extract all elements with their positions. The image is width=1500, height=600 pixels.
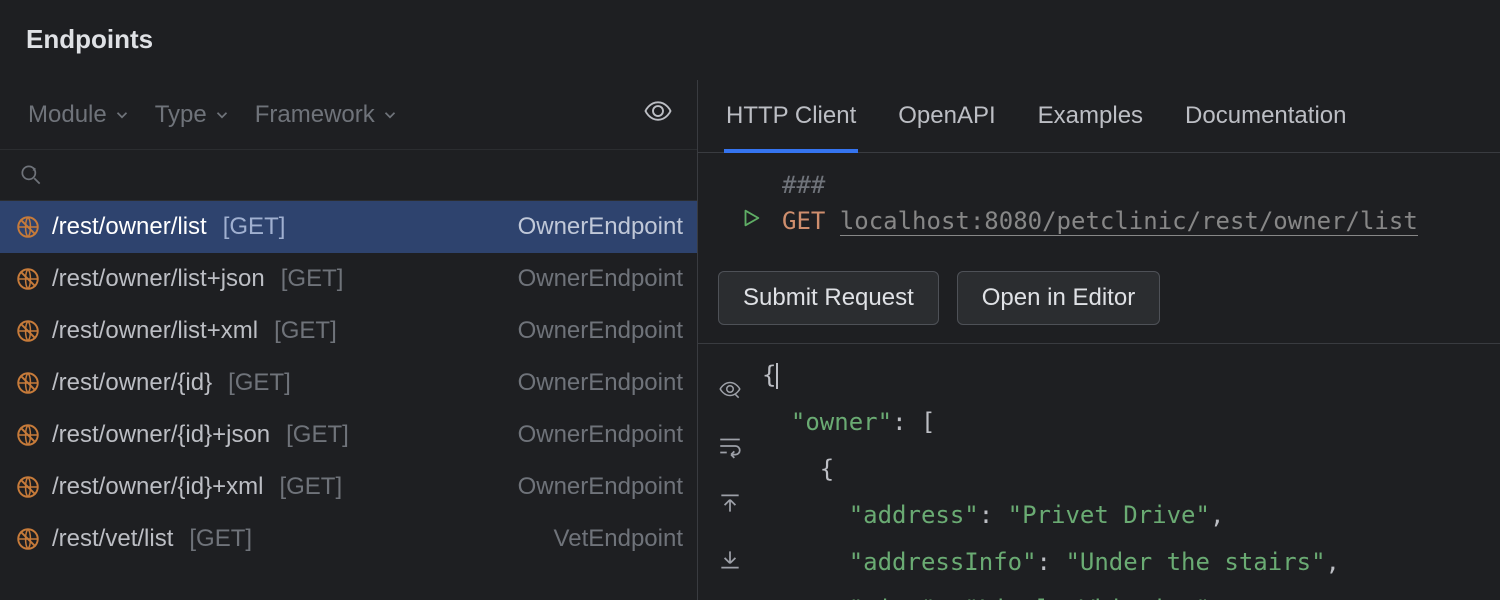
endpoint-row[interactable]: /rest/owner/{id} [GET] OwnerEndpoint <box>0 357 697 409</box>
endpoint-class: OwnerEndpoint <box>518 421 683 449</box>
endpoint-class: OwnerEndpoint <box>518 265 683 293</box>
http-method: GET <box>782 207 825 235</box>
chevron-down-icon <box>213 106 231 124</box>
filter-type[interactable]: Type <box>147 97 239 133</box>
tab-documentation[interactable]: Documentation <box>1183 80 1348 152</box>
tab-examples[interactable]: Examples <box>1036 80 1145 152</box>
wrap-icon <box>717 433 743 459</box>
preview-toggle[interactable] <box>717 376 743 409</box>
endpoint-icon <box>14 213 42 241</box>
open-in-editor-button[interactable]: Open in Editor <box>957 271 1160 325</box>
submit-request-button[interactable]: Submit Request <box>718 271 939 325</box>
endpoint-path: /rest/owner/{id}+json <box>52 421 270 449</box>
endpoint-path: /rest/owner/list <box>52 213 207 241</box>
endpoint-icon <box>14 421 42 449</box>
scroll-to-bottom[interactable] <box>717 547 743 580</box>
request-separator: ### <box>782 171 825 199</box>
filter-framework[interactable]: Framework <box>247 97 407 133</box>
tab-http-client[interactable]: HTTP Client <box>724 80 858 152</box>
scroll-to-top[interactable] <box>717 490 743 523</box>
http-url[interactable]: localhost:8080/petclinic/rest/owner/list <box>840 207 1418 236</box>
endpoint-row[interactable]: /rest/owner/{id}+json [GET] OwnerEndpoin… <box>0 409 697 461</box>
endpoint-row[interactable]: /rest/vet/list [GET] VetEndpoint <box>0 513 697 565</box>
endpoint-path: /rest/owner/list+xml <box>52 317 258 345</box>
endpoint-class: OwnerEndpoint <box>518 213 683 241</box>
endpoint-icon <box>14 473 42 501</box>
eye-icon <box>643 96 673 126</box>
tab-openapi[interactable]: OpenAPI <box>896 80 997 152</box>
endpoint-class: OwnerEndpoint <box>518 473 683 501</box>
endpoint-icon <box>14 317 42 345</box>
details-tabs: HTTP Client OpenAPI Examples Documentation <box>698 80 1500 153</box>
endpoint-path: /rest/owner/list+json <box>52 265 265 293</box>
search-icon <box>18 162 44 188</box>
endpoint-path: /rest/vet/list <box>52 525 173 553</box>
endpoint-method: [GET] <box>274 317 337 345</box>
filter-framework-label: Framework <box>255 101 375 129</box>
search-bar[interactable] <box>0 150 697 201</box>
chevron-down-icon <box>381 106 399 124</box>
endpoint-method: [GET] <box>279 473 342 501</box>
visibility-toggle[interactable] <box>639 92 677 137</box>
endpoint-class: OwnerEndpoint <box>518 317 683 345</box>
filter-type-label: Type <box>155 101 207 129</box>
endpoint-list[interactable]: /rest/owner/list [GET] OwnerEndpoint /re… <box>0 201 697 600</box>
action-bar: Submit Request Open in Editor <box>698 253 1500 343</box>
endpoint-path: /rest/owner/{id} <box>52 369 212 397</box>
http-request-block: ### GET localhost:8080/petclinic/rest/ow… <box>698 153 1500 253</box>
run-request-button[interactable] <box>740 207 762 235</box>
chevron-down-icon <box>113 106 131 124</box>
response-area: { "owner": [ { "address": "Privet Drive"… <box>698 343 1500 600</box>
endpoint-method: [GET] <box>281 265 344 293</box>
endpoints-panel: Module Type Framework <box>0 80 698 600</box>
filter-module-label: Module <box>28 101 107 129</box>
endpoint-icon <box>14 525 42 553</box>
endpoint-method: [GET] <box>286 421 349 449</box>
play-icon <box>740 207 762 229</box>
arrow-up-bar-icon <box>717 490 743 516</box>
endpoint-path: /rest/owner/{id}+xml <box>52 473 263 501</box>
endpoint-method: [GET] <box>223 213 286 241</box>
eye-icon <box>717 376 743 402</box>
details-panel: HTTP ClientOpenAPIExamplesDocumentation … <box>698 80 1500 600</box>
filter-module[interactable]: Module <box>20 97 139 133</box>
endpoint-row[interactable]: /rest/owner/list [GET] OwnerEndpoint <box>0 201 697 253</box>
arrow-down-bar-icon <box>717 547 743 573</box>
response-body[interactable]: { "owner": [ { "address": "Privet Drive"… <box>762 344 1500 600</box>
endpoint-class: OwnerEndpoint <box>518 369 683 397</box>
endpoint-row[interactable]: /rest/owner/{id}+xml [GET] OwnerEndpoint <box>0 461 697 513</box>
filter-bar: Module Type Framework <box>0 80 697 150</box>
endpoint-row[interactable]: /rest/owner/list+json [GET] OwnerEndpoin… <box>0 253 697 305</box>
endpoint-method: [GET] <box>189 525 252 553</box>
endpoint-row[interactable]: /rest/owner/list+xml [GET] OwnerEndpoint <box>0 305 697 357</box>
panel-title: Endpoints <box>0 0 1500 80</box>
endpoint-icon <box>14 265 42 293</box>
endpoint-class: VetEndpoint <box>554 525 683 553</box>
response-gutter <box>698 344 762 600</box>
soft-wrap-toggle[interactable] <box>717 433 743 466</box>
endpoint-icon <box>14 369 42 397</box>
endpoint-method: [GET] <box>228 369 291 397</box>
